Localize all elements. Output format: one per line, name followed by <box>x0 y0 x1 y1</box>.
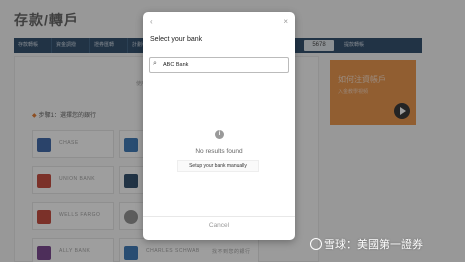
cancel-button[interactable]: Cancel <box>143 222 295 229</box>
select-bank-modal: ‹ × Select your bank ⌕ i No results foun… <box>143 12 295 240</box>
modal-divider <box>143 216 295 217</box>
info-icon: i <box>215 130 224 139</box>
no-results-text: No results found <box>195 148 243 155</box>
back-icon[interactable]: ‹ <box>150 17 153 26</box>
search-input[interactable] <box>163 60 283 70</box>
search-box[interactable]: ⌕ <box>149 57 289 73</box>
watermark: 雪球：美國第一證券 <box>310 236 423 252</box>
modal-title: Select your bank <box>150 36 203 43</box>
setup-bank-manually-button[interactable]: Setup your bank manually <box>177 160 259 172</box>
snowball-logo-icon <box>310 238 322 250</box>
close-icon[interactable]: × <box>283 17 288 26</box>
search-icon: ⌕ <box>153 60 157 67</box>
watermark-text: 雪球：美國第一證券 <box>324 239 423 251</box>
